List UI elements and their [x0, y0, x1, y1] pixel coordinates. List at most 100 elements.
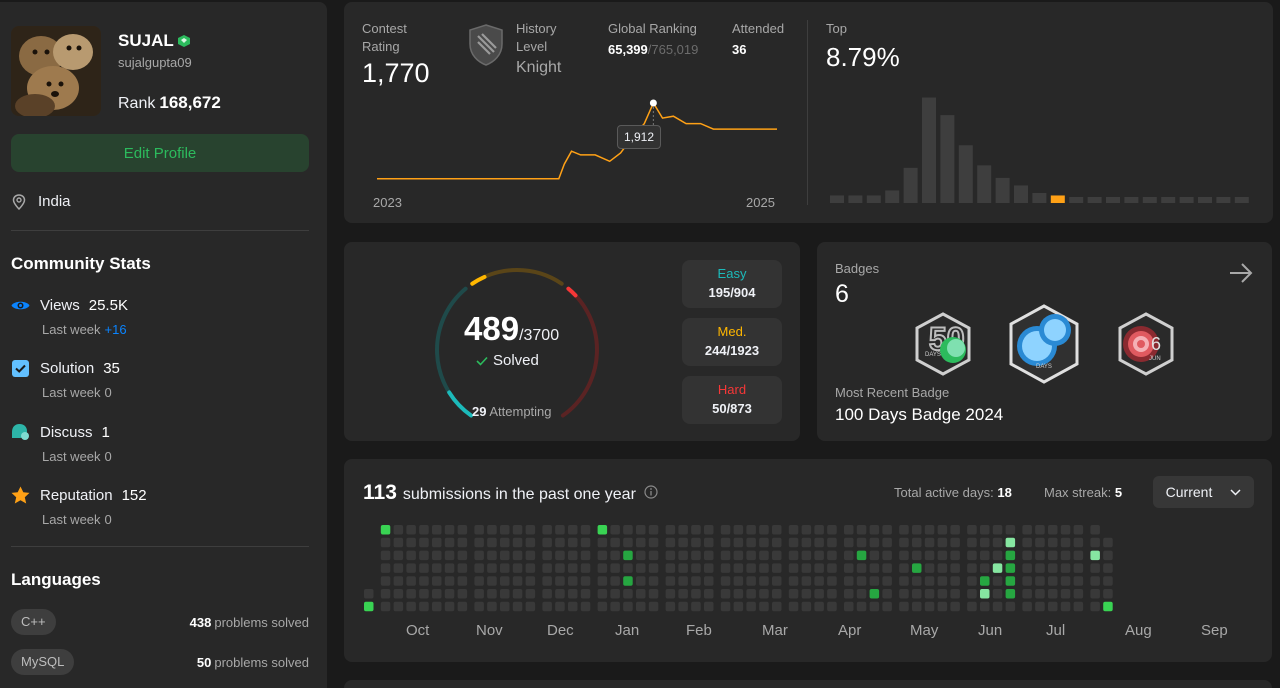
heatmap-cell [636, 576, 646, 586]
heatmap-cell [759, 589, 769, 599]
heatmap-cell [869, 601, 880, 612]
heatmap-cell [992, 537, 1003, 548]
language-tag[interactable]: MySQL [11, 649, 75, 675]
heatmap-cell [419, 525, 429, 535]
june-badge-icon[interactable]: 6 JUN [1117, 312, 1175, 376]
heatmap-cell [623, 537, 633, 548]
ranking-distribution-chart[interactable] [830, 86, 1250, 203]
heatmap-cell [568, 525, 578, 535]
heatmap-cell [1103, 563, 1113, 573]
distribution-bar [866, 195, 881, 203]
solved-count: 489/3700 [464, 310, 594, 348]
heatmap-cell [406, 550, 416, 561]
submissions-header: 113 submissions in the past one year [363, 481, 658, 505]
heatmap-cell [772, 537, 782, 548]
heatmap-cell [980, 525, 990, 535]
heatmap-cell-active [869, 589, 880, 599]
eye-icon [11, 296, 30, 315]
heatmap-cell [457, 550, 468, 561]
info-icon[interactable] [644, 485, 658, 499]
heatmap-cell [720, 601, 731, 612]
heatmap-cell [1073, 563, 1084, 573]
heatmap-cell [474, 537, 484, 548]
heatmap-cell [733, 601, 744, 612]
difficulty-medium[interactable]: Med. 244/1923 [682, 318, 782, 366]
edit-profile-button[interactable]: Edit Profile [11, 134, 309, 172]
divider [11, 230, 309, 231]
heatmap-cell [801, 537, 812, 548]
heatmap-cell-active [597, 525, 608, 535]
recent-badge-name[interactable]: 100 Days Badge 2024 [835, 405, 1003, 425]
heatmap-cell [1022, 550, 1032, 561]
heatmap-cell [500, 601, 510, 612]
heatmap-cell [393, 563, 404, 573]
heatmap-cell [1005, 525, 1016, 535]
heatmap-cell [827, 589, 837, 599]
heatmap-cell [393, 537, 404, 548]
heatmap-cell [924, 525, 935, 535]
global-ranking-value: 65,399/765,019 [608, 42, 698, 57]
heatmap-cell [1022, 601, 1032, 612]
heatmap-cell [1060, 576, 1071, 586]
heatmap-cell [500, 525, 510, 535]
heatmap-cell [882, 576, 892, 586]
distribution-bar [1032, 192, 1047, 203]
heatmap-cell [937, 576, 948, 586]
heatmap-cell [1035, 563, 1045, 573]
heatmap-cell [912, 589, 922, 599]
avatar[interactable] [11, 26, 101, 116]
heatmap-cell [950, 601, 960, 612]
difficulty-hard[interactable]: Hard 50/873 [682, 376, 782, 424]
heatmap-cell [1073, 550, 1084, 561]
heatmap-cell [542, 550, 552, 561]
stat-discuss: Discuss 1 Last week 0 [11, 422, 311, 464]
heatmap-cell [980, 563, 990, 573]
stat-reputation: Reputation 152 Last week 0 [11, 485, 311, 527]
language-tag[interactable]: C++ [11, 609, 56, 635]
heatmap-cell-active [1005, 563, 1016, 573]
submission-heatmap[interactable]: Oct Nov Dec Jan Feb Mar Apr May Jun Jul Aug Sep [362, 523, 1262, 643]
heatmap-cell [691, 550, 701, 561]
heatmap-cell [899, 537, 909, 548]
heatmap-cell [912, 601, 922, 612]
heatmap-cell-active [1005, 576, 1016, 586]
arrow-right-icon[interactable] [1229, 262, 1253, 284]
heatmap-cell [1048, 576, 1058, 586]
100-days-badge-icon[interactable]: DAYS [1007, 304, 1081, 384]
heatmap-cell [665, 525, 676, 535]
heatmap-cell [899, 576, 909, 586]
50-days-badge-icon[interactable]: 50 DAYS [913, 312, 973, 376]
heatmap-cell [967, 601, 977, 612]
heatmap-cell [691, 537, 701, 548]
rating-line-chart[interactable] [372, 92, 782, 192]
heatmap-cell [801, 563, 812, 573]
heatmap-cell [393, 576, 404, 586]
contest-rating-label: Contest Rating [362, 20, 407, 56]
heatmap-cell [636, 589, 646, 599]
difficulty-easy[interactable]: Easy 195/904 [682, 260, 782, 308]
heatmap-cell [542, 589, 552, 599]
heatmap-cell [937, 589, 948, 599]
heatmap-cell [474, 563, 484, 573]
heatmap-cell [636, 525, 646, 535]
heatmap-cell [432, 601, 442, 612]
distribution-bar [1198, 197, 1212, 203]
language-count: 50 problems solved [197, 655, 309, 670]
heatmap-cell [759, 550, 769, 561]
heatmap-cell [568, 576, 578, 586]
heatmap-cell [648, 576, 659, 586]
week-value: 0 [104, 512, 112, 527]
heatmap-cell [844, 525, 854, 535]
heatmap-cell [512, 537, 523, 548]
top-percent-value: 8.79% [826, 42, 900, 72]
heatmap-cell [568, 550, 578, 561]
heatmap-cell [980, 550, 990, 561]
heatmap-cell [1035, 589, 1045, 599]
heatmap-cell [678, 525, 688, 535]
heatmap-cell [610, 576, 620, 586]
heatmap-cell [457, 601, 468, 612]
year-select-dropdown[interactable]: Current [1153, 476, 1254, 508]
heatmap-cell [406, 601, 416, 612]
heatmap-month-label: Jan [615, 622, 639, 639]
heatmap-cell [704, 525, 714, 535]
